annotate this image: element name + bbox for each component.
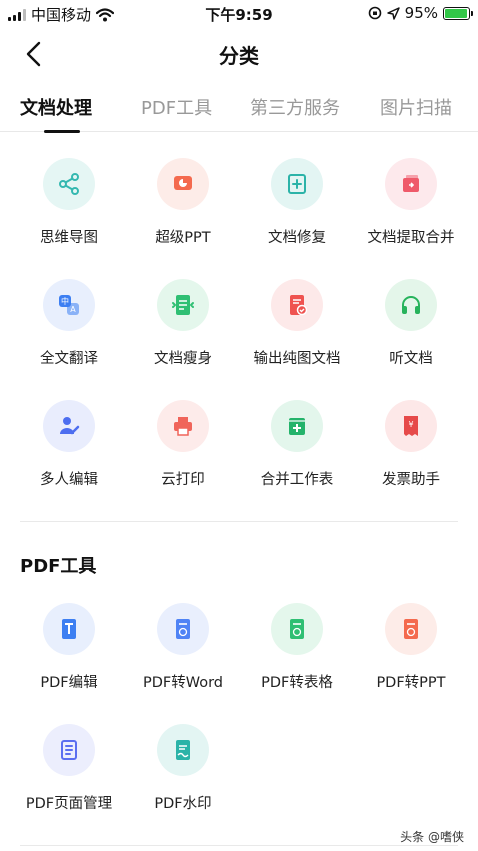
invoice-icon: ¥ <box>385 400 437 452</box>
tool-item[interactable]: 输出纯图文档 <box>240 279 354 368</box>
tool-label: 思维导图 <box>40 230 98 246</box>
tool-item[interactable]: PDF页面管理 <box>12 724 126 813</box>
location-icon <box>386 6 400 20</box>
mindmap-icon <box>43 158 95 210</box>
tool-item[interactable]: PDF转Word <box>126 603 240 692</box>
watermark: 头条 @嗜侠 <box>400 830 464 844</box>
tab-doc-processing[interactable]: 文档处理 <box>20 94 92 120</box>
tool-item[interactable]: PDF转表格 <box>240 603 354 692</box>
doc-slim-icon <box>157 279 209 331</box>
multi-edit-icon <box>43 400 95 452</box>
pdf-to-ppt-icon <box>385 603 437 655</box>
battery-percent: 95% <box>404 4 438 22</box>
nav-bar: 分类 <box>0 30 478 78</box>
pdf-watermark-icon <box>157 724 209 776</box>
pdf-section-title: PDF工具 <box>20 556 97 577</box>
headphones-icon <box>385 279 437 331</box>
tool-label: 输出纯图文档 <box>253 351 341 367</box>
tool-label: 超级PPT <box>155 230 211 246</box>
image-doc-icon <box>271 279 323 331</box>
doc-repair-icon <box>271 158 323 210</box>
tool-item[interactable]: PDF转PPT <box>354 603 468 692</box>
tool-item[interactable]: 文档瘦身 <box>126 279 240 368</box>
status-bar: 中国移动 下午9:59 95% <box>0 0 478 26</box>
tab-indicator <box>44 130 80 133</box>
tool-item[interactable]: 多人编辑 <box>12 400 126 489</box>
pdf-pages-icon <box>43 724 95 776</box>
tool-item[interactable]: 超级PPT <box>126 158 240 247</box>
tool-label: 合并工作表 <box>260 472 334 488</box>
tool-label: 听文档 <box>389 351 433 367</box>
tool-label: 多人编辑 <box>40 472 98 488</box>
category-tabs: 文档处理 PDF工具 第三方服务 图片扫描 <box>0 88 478 133</box>
tool-label: PDF转PPT <box>376 675 446 691</box>
tool-item[interactable]: 云打印 <box>126 400 240 489</box>
tool-label: 文档修复 <box>268 230 326 246</box>
merge-sheet-icon <box>271 400 323 452</box>
tool-label: 全文翻译 <box>40 351 98 367</box>
pdf-edit-icon <box>43 603 95 655</box>
svg-text:¥: ¥ <box>408 420 413 429</box>
tool-label: PDF转表格 <box>261 675 333 691</box>
tool-item[interactable]: 合并工作表 <box>240 400 354 489</box>
translate-icon: 中A <box>43 279 95 331</box>
section-divider <box>20 521 458 522</box>
tool-item[interactable]: PDF水印 <box>126 724 240 813</box>
tool-item[interactable]: 中 A 全文翻译 <box>12 279 126 368</box>
tool-label: PDF转Word <box>142 675 224 691</box>
tab-image-scan[interactable]: 图片扫描 <box>380 94 452 120</box>
tool-label: 云打印 <box>161 472 205 488</box>
tool-item[interactable]: 文档提取合并 <box>354 158 468 247</box>
tool-label: 发票助手 <box>382 472 440 488</box>
tool-label: 文档瘦身 <box>154 351 212 367</box>
tool-label: PDF页面管理 <box>25 796 113 812</box>
page-title: 分类 <box>219 44 259 68</box>
doc-merge-icon <box>385 158 437 210</box>
tool-item[interactable]: 思维导图 <box>12 158 126 247</box>
printer-icon <box>157 400 209 452</box>
tool-label: PDF水印 <box>154 796 212 812</box>
tab-third-party[interactable]: 第三方服务 <box>250 94 340 120</box>
ppt-icon <box>157 158 209 210</box>
rotation-lock-icon <box>368 6 381 20</box>
pdf-to-word-icon <box>157 603 209 655</box>
section-divider <box>20 845 458 846</box>
tool-item[interactable]: PDF编辑 <box>12 603 126 692</box>
svg-text:A: A <box>70 305 76 314</box>
tool-label: 文档提取合并 <box>367 230 455 246</box>
status-right: 95% <box>368 4 473 22</box>
pdf-to-sheet-icon <box>271 603 323 655</box>
tab-pdf-tools[interactable]: PDF工具 <box>141 94 212 120</box>
tool-label: PDF编辑 <box>40 675 98 691</box>
tool-item[interactable]: ¥ 发票助手 <box>354 400 468 489</box>
tool-item[interactable]: 文档修复 <box>240 158 354 247</box>
tool-item[interactable]: 听文档 <box>354 279 468 368</box>
battery-icon <box>443 6 473 20</box>
